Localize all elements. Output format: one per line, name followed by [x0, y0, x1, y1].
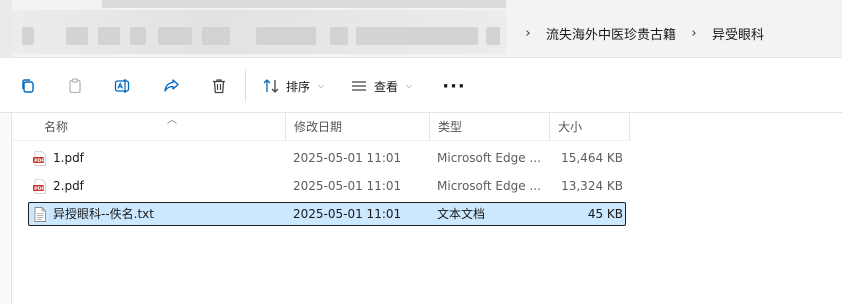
pdf-file-icon: PDF [33, 179, 46, 194]
blurred-segment [356, 27, 478, 45]
blurred-region-top [102, 0, 506, 8]
file-name: 异授眼科--佚名.txt [53, 207, 154, 221]
chevron-down-icon: ⌵ [406, 81, 413, 90]
file-type: 文本文档 [437, 207, 486, 221]
breadcrumb-item-parent[interactable]: 流失海外中医珍贵古籍 [538, 24, 684, 43]
window-edge [0, 0, 12, 58]
file-modified: 2025-05-01 11:01 [293, 179, 402, 193]
breadcrumb-separator: › [691, 25, 697, 41]
rename-icon [114, 79, 130, 93]
copy-icon [22, 79, 34, 93]
share-button[interactable] [155, 72, 187, 100]
file-size: 13,324 KB [561, 179, 623, 193]
svg-text:PDF: PDF [34, 158, 44, 164]
blurred-segment [22, 27, 34, 45]
file-name: 2.pdf [53, 179, 84, 193]
sort-label: 排序 [286, 79, 311, 94]
blurred-segment [330, 27, 348, 45]
breadcrumb-item-current[interactable]: 异受眼科 [704, 24, 772, 43]
file-modified: 2025-05-01 11:01 [293, 151, 402, 165]
blurred-segment [256, 27, 316, 45]
breadcrumb-separator: › [525, 25, 531, 41]
rename-button[interactable] [107, 72, 139, 100]
file-size: 45 KB [587, 207, 623, 221]
blurred-segment [98, 27, 120, 45]
paste-button[interactable] [59, 72, 91, 100]
column-header-row: ︿ 名称 修改日期 类型 大小 [12, 113, 630, 141]
clipboard-icon [69, 78, 81, 94]
file-modified: 2025-05-01 11:01 [293, 207, 402, 221]
view-dropdown[interactable]: 查看 ⌵ [350, 72, 412, 100]
column-header-modified[interactable]: 修改日期 [286, 113, 430, 141]
delete-button[interactable] [203, 72, 235, 100]
view-list-icon [352, 81, 366, 91]
file-row[interactable]: PDF 2.pdf 2025-05-01 11:01 Microsoft Edg… [28, 174, 626, 198]
blurred-segment [486, 27, 500, 45]
file-size: 15,464 KB [561, 151, 623, 165]
breadcrumb: › 流失海外中医珍贵古籍 › 异受眼科 [518, 18, 772, 48]
share-icon [164, 79, 179, 92]
view-label: 查看 [374, 79, 399, 94]
blurred-segment [130, 27, 146, 45]
navigation-pane-edge [0, 113, 12, 304]
file-name: 1.pdf [53, 151, 84, 165]
more-options-button[interactable]: ··· [440, 72, 468, 100]
column-header-name[interactable]: 名称 [36, 113, 286, 141]
file-list-view: ︿ 名称 修改日期 类型 大小 PDF 1.pdf 2025-05-01 11:… [0, 113, 842, 304]
copy-button[interactable] [12, 72, 44, 100]
chevron-down-icon: ⌵ [318, 81, 325, 90]
svg-text:PDF: PDF [34, 186, 44, 192]
toolbar-divider [245, 70, 246, 102]
address-bar[interactable]: › 流失海外中医珍贵古籍 › 异受眼科 [0, 0, 842, 58]
column-header-size[interactable]: 大小 [550, 113, 630, 141]
file-row[interactable]: PDF 1.pdf 2025-05-01 11:01 Microsoft Edg… [28, 146, 626, 170]
file-type: Microsoft Edge ... [437, 179, 541, 193]
text-file-icon [34, 207, 46, 222]
blurred-segment [202, 27, 230, 45]
blurred-segment [66, 27, 88, 45]
file-type: Microsoft Edge ... [437, 151, 541, 165]
sort-icon [263, 79, 279, 93]
pdf-file-icon: PDF [33, 151, 46, 166]
blurred-segment [158, 27, 192, 45]
file-row-selected[interactable]: 异授眼科--佚名.txt 2025-05-01 11:01 文本文档 45 KB [28, 202, 626, 226]
column-header-type[interactable]: 类型 [430, 113, 550, 141]
trash-icon [213, 79, 225, 94]
sort-dropdown[interactable]: 排序 ⌵ [262, 72, 324, 100]
command-bar: 排序 ⌵ 查看 ⌵ ··· [0, 58, 842, 113]
